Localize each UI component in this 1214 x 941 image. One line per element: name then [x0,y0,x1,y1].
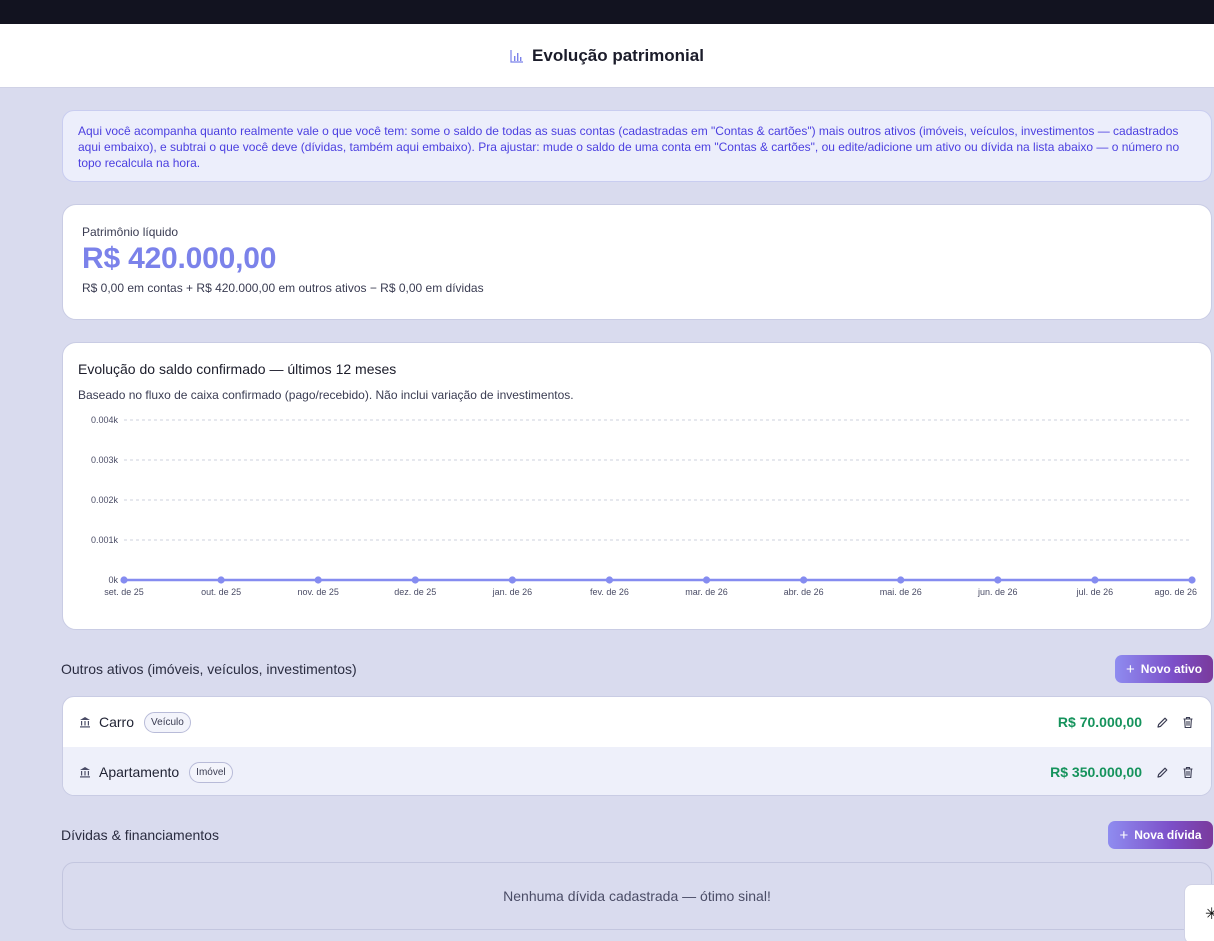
net-worth-card: Patrimônio líquido R$ 420.000,00 R$ 0,00… [62,204,1212,320]
page-title: Evolução patrimonial [532,45,704,65]
floating-action-button[interactable]: ✳ [1184,884,1214,941]
trash-icon[interactable] [1180,765,1195,780]
debts-empty-state: Nenhuma dívida cadastrada — ótimo sinal! [62,862,1212,930]
y-tick-label: 0k [108,575,118,585]
asset-type-badge: Imóvel [189,761,233,783]
net-worth-label: Patrimônio líquido [82,225,179,239]
add-asset-label: Novo ativo [1140,662,1203,676]
sparkle-icon: ✳ [1205,906,1214,923]
add-debt-button[interactable]: + Nova dívida [1108,821,1213,849]
balance-chart-card: Evolução do saldo confirmado — últimos 1… [62,342,1212,630]
assets-list: Carro Veículo R$ 70.000,00 Apartamento I… [62,696,1212,796]
assets-section-title: Outros ativos (imóveis, veículos, invest… [61,661,357,677]
debts-section-title: Dívidas & financiamentos [61,827,219,843]
x-tick-label: out. de 25 [201,587,241,597]
net-worth-breakdown: R$ 0,00 em contas + R$ 420.000,00 em out… [82,281,484,295]
data-point [702,576,711,584]
balance-chart: 0k 0.001k 0.002k 0.003k 0.004k set. de 25 out.… [91,415,1197,597]
asset-type-badge: Veículo [144,711,191,733]
asset-row: Carro Veículo R$ 70.000,00 [63,697,1211,747]
x-tick-label: fev. de 26 [590,587,629,597]
x-tick-label: jan. de 26 [492,587,533,597]
plus-icon: + [1119,826,1129,844]
x-tick-label: nov. de 25 [297,587,338,597]
data-point [1091,576,1099,584]
data-point [800,576,808,584]
data-point [1188,576,1196,584]
y-tick-label: 0.004k [91,415,119,425]
x-tick-label: jun. de 26 [977,587,1018,597]
trash-icon[interactable] [1180,715,1195,730]
top-bar [0,0,1214,24]
data-point [994,576,1002,584]
add-debt-label: Nova dívida [1134,828,1202,842]
x-tick-label: abr. de 26 [784,587,824,597]
x-tick-label: jul. de 26 [1076,587,1114,597]
asset-name: Carro [99,714,135,730]
asset-row: Apartamento Imóvel R$ 350.000,00 [63,747,1211,795]
x-tick-label: mai. de 26 [880,587,922,597]
y-tick-label: 0.001k [91,535,119,545]
info-callout: Aqui você acompanha quanto realmente val… [62,110,1212,182]
debts-empty-text: Nenhuma dívida cadastrada — ótimo sinal! [503,888,771,904]
asset-name: Apartamento [99,764,180,780]
add-asset-button[interactable]: + Novo ativo [1115,655,1213,683]
plus-icon: + [1125,660,1135,678]
x-tick-label: ago. de 26 [1154,587,1197,597]
x-tick-label: mar. de 26 [685,587,728,597]
data-point [120,576,128,584]
data-point [217,576,225,584]
bank-icon [79,766,91,778]
data-point [605,576,614,584]
y-tick-label: 0.002k [91,495,119,505]
bar-chart-icon [510,49,524,63]
data-point [314,576,322,584]
y-tick-label: 0.003k [91,455,119,465]
edit-icon[interactable] [1155,765,1170,780]
data-point [508,576,516,584]
page-header: Evolução patrimonial [0,24,1214,88]
net-worth-value: R$ 420.000,00 [82,242,277,275]
x-tick-label: set. de 25 [104,587,144,597]
asset-value: R$ 350.000,00 [1050,764,1142,780]
x-tick-label: dez. de 25 [394,587,436,597]
asset-value: R$ 70.000,00 [1057,714,1142,730]
data-point [897,576,905,584]
data-point [411,576,419,584]
bank-icon [79,716,91,728]
edit-icon[interactable] [1155,715,1170,730]
